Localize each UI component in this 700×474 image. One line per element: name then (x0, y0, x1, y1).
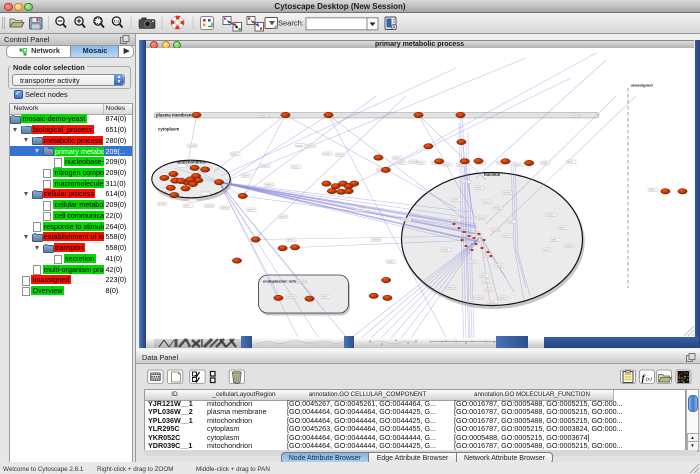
svg-text:aornc: aornc (393, 156, 400, 160)
svg-text:mcrns: mcrns (247, 208, 255, 212)
svg-text:mmtse: mmtse (475, 296, 483, 300)
svg-text:nuoum: nuoum (205, 205, 213, 208)
svg-text:ccrco: ccrco (292, 165, 299, 169)
svg-text:Search:: Search: (278, 18, 304, 27)
svg-text:ccsct: ccsct (462, 180, 468, 184)
svg-text:ounas: ounas (158, 203, 166, 206)
svg-text:unassigned: unassigned (630, 83, 653, 88)
svg-text:aerar: aerar (507, 220, 513, 224)
svg-text:rcumu: rcumu (543, 248, 551, 252)
svg-text:plasma membrane: plasma membrane (156, 113, 194, 118)
svg-text:mccro: mccro (495, 264, 503, 268)
svg-text:mttnu: mttnu (417, 161, 424, 165)
svg-text:stscm: stscm (494, 206, 501, 210)
svg-text:eeste: eeste (475, 186, 482, 190)
svg-text:rrsac: rrsac (480, 274, 486, 278)
svg-text:mitochondrion: mitochondrion (176, 160, 206, 165)
svg-text:ctmtn: ctmtn (287, 238, 294, 242)
svg-text:camnc: camnc (221, 207, 229, 210)
svg-text:mesrn: mesrn (265, 183, 273, 187)
svg-text:eocmo: eocmo (287, 296, 295, 299)
svg-text:resan: resan (541, 161, 548, 165)
svg-text:nestn: nestn (321, 295, 328, 299)
svg-text:canmm: canmm (188, 145, 197, 148)
svg-text:nturm: nturm (452, 198, 459, 202)
svg-text:ecucm: ecucm (565, 245, 573, 248)
svg-text:etsca: etsca (443, 163, 450, 167)
svg-text:ncuet: ncuet (242, 174, 249, 178)
svg-text:tumeo: tumeo (503, 191, 511, 195)
svg-text:ectcu: ectcu (231, 152, 238, 156)
svg-text:nucleus: nucleus (483, 172, 500, 177)
svg-text:teatc: teatc (551, 238, 557, 242)
svg-text:tetcn: tetcn (567, 160, 573, 164)
svg-text:uaucr: uaucr (297, 280, 304, 284)
svg-text:ettau: ettau (649, 188, 655, 192)
svg-text:mtuat: mtuat (296, 143, 303, 147)
svg-text:asuuc: asuuc (357, 209, 365, 212)
svg-text:(x): (x) (646, 376, 652, 383)
svg-text:unaer: unaer (323, 152, 330, 156)
svg-text:tmuma: tmuma (492, 228, 500, 232)
svg-text:raacm: raacm (261, 164, 268, 168)
svg-text:rsene: rsene (397, 161, 404, 165)
svg-text:mtrms: mtrms (307, 144, 315, 148)
svg-text:tcrct: tcrct (184, 204, 189, 208)
svg-text:rssmr: rssmr (452, 218, 459, 222)
svg-text:arocm: arocm (485, 288, 492, 292)
svg-text:ensoc: ensoc (402, 219, 410, 222)
svg-text:usmsr: usmsr (469, 260, 476, 264)
svg-text:tmnro: tmnro (483, 200, 490, 204)
svg-text:octmn: octmn (503, 234, 511, 238)
svg-text:mcoau: mcoau (477, 217, 485, 220)
svg-text:semnm: semnm (447, 287, 456, 290)
svg-text:aaust: aaust (559, 226, 566, 230)
svg-text:osaco: osaco (259, 115, 266, 118)
svg-text:cytoplasm: cytoplasm (158, 127, 179, 132)
svg-text:momnr: momnr (372, 238, 380, 242)
svg-text:nmamu: nmamu (571, 115, 580, 118)
svg-text:1:1: 1:1 (114, 19, 121, 24)
svg-text:tacme: tacme (483, 280, 491, 284)
svg-text:tnocn: tnocn (515, 163, 522, 167)
svg-text:autao: autao (547, 213, 554, 217)
svg-text:onemo: onemo (336, 154, 344, 157)
svg-text:rensm: rensm (499, 296, 506, 300)
svg-text:oeoom: oeoom (279, 216, 287, 219)
svg-text:nsnrt: nsnrt (442, 248, 448, 252)
svg-text:cstca: cstca (489, 300, 496, 304)
svg-text:uuton: uuton (387, 260, 394, 264)
